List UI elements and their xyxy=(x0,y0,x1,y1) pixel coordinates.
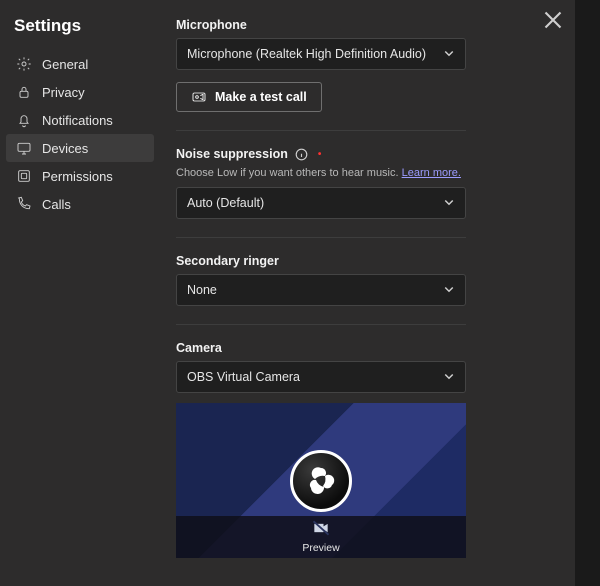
sidebar-item-devices[interactable]: Devices xyxy=(6,134,154,162)
close-button[interactable] xyxy=(541,8,565,32)
chevron-down-icon xyxy=(443,370,455,385)
sidebar-item-label: Permissions xyxy=(42,169,113,184)
sidebar-item-label: Calls xyxy=(42,197,71,212)
section-divider xyxy=(176,237,466,238)
settings-title: Settings xyxy=(6,10,154,50)
chevron-down-icon xyxy=(443,196,455,211)
sidebar-item-label: General xyxy=(42,57,88,72)
secondary-ringer-dropdown[interactable]: None xyxy=(176,274,466,306)
lock-icon xyxy=(16,84,32,100)
gear-icon xyxy=(16,56,32,72)
secondary-ringer-value: None xyxy=(187,283,217,297)
phone-icon xyxy=(16,196,32,212)
camera-value: OBS Virtual Camera xyxy=(187,370,300,384)
permissions-icon xyxy=(16,168,32,184)
noise-suppression-sub: Choose Low if you want others to hear mu… xyxy=(176,167,553,179)
section-divider xyxy=(176,130,466,131)
sidebar-item-calls[interactable]: Calls xyxy=(6,190,154,218)
sidebar-item-privacy[interactable]: Privacy xyxy=(6,78,154,106)
microphone-value: Microphone (Realtek High Definition Audi… xyxy=(187,47,426,61)
sidebar-item-label: Privacy xyxy=(42,85,85,100)
background-strip xyxy=(575,0,600,586)
noise-suppression-value: Auto (Default) xyxy=(187,196,264,210)
sidebar-item-permissions[interactable]: Permissions xyxy=(6,162,154,190)
test-call-label: Make a test call xyxy=(215,90,307,104)
learn-more-link[interactable]: Learn more. xyxy=(402,167,461,179)
camera-dropdown[interactable]: OBS Virtual Camera xyxy=(176,361,466,393)
settings-sidebar: Settings General Privacy Notifications D… xyxy=(0,0,160,586)
sidebar-item-general[interactable]: General xyxy=(6,50,154,78)
bell-icon xyxy=(16,112,32,128)
noise-suppression-label: Noise suppression • xyxy=(176,147,553,161)
secondary-ringer-label: Secondary ringer xyxy=(176,254,553,268)
make-test-call-button[interactable]: Make a test call xyxy=(176,82,322,112)
monitor-icon xyxy=(16,140,32,156)
sidebar-item-label: Devices xyxy=(42,141,88,156)
camera-label: Camera xyxy=(176,341,553,355)
camera-off-icon xyxy=(311,525,331,542)
microphone-dropdown[interactable]: Microphone (Realtek High Definition Audi… xyxy=(176,38,466,70)
notification-dot: • xyxy=(318,149,322,160)
close-icon xyxy=(541,8,565,32)
camera-preview: Preview xyxy=(176,403,466,558)
obs-logo-icon xyxy=(290,450,352,512)
microphone-label: Microphone xyxy=(176,18,553,32)
test-call-icon xyxy=(191,89,207,105)
settings-content: Microphone Microphone (Realtek High Defi… xyxy=(160,0,575,586)
sidebar-item-notifications[interactable]: Notifications xyxy=(6,106,154,134)
chevron-down-icon xyxy=(443,47,455,62)
info-icon[interactable] xyxy=(295,148,308,161)
sidebar-item-label: Notifications xyxy=(42,113,113,128)
chevron-down-icon xyxy=(443,283,455,298)
preview-label: Preview xyxy=(176,542,466,554)
section-divider xyxy=(176,324,466,325)
noise-suppression-dropdown[interactable]: Auto (Default) xyxy=(176,187,466,219)
preview-footer: Preview xyxy=(176,516,466,558)
